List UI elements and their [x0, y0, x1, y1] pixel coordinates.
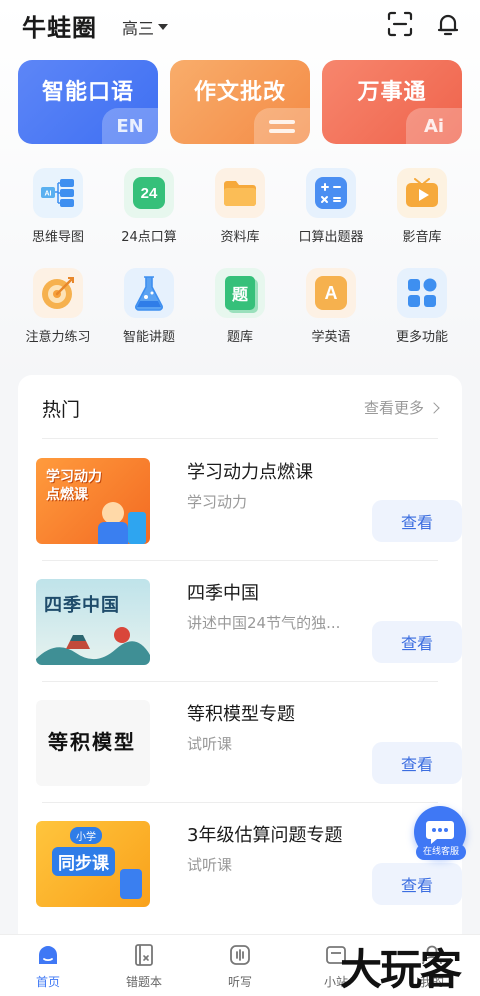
tool-label: 注意力练习	[25, 330, 91, 345]
see-more-label: 查看更多	[363, 399, 424, 417]
tool-label: 资料库	[220, 230, 260, 245]
course-subtitle: 学习动力	[187, 493, 248, 511]
course-thumbnail: 等积模型	[36, 700, 150, 786]
wrong-book-icon	[135, 944, 153, 966]
course-item[interactable]: 小学 同步课 3年级估算问题专题 试听课 查看	[36, 821, 462, 913]
divider	[42, 560, 438, 561]
ai-badge-icon: Ai	[406, 108, 462, 144]
tab-dictation[interactable]: 听写	[192, 935, 288, 996]
chat-bubble-icon	[426, 821, 454, 844]
feature-card-label: 智能口语	[41, 80, 134, 105]
folder-icon	[215, 168, 265, 218]
view-button[interactable]: 查看	[372, 863, 462, 905]
see-more-link[interactable]: 查看更多	[363, 397, 440, 418]
english-icon: A	[306, 268, 356, 318]
scan-icon[interactable]	[386, 10, 414, 38]
top-header: 牛蛙圈 高三	[0, 0, 480, 52]
video-icon	[397, 168, 447, 218]
en-badge-icon: EN	[102, 108, 158, 144]
course-subtitle: 试听课	[187, 735, 233, 753]
grade-label: 高三	[122, 19, 155, 38]
tool-media[interactable]: 影音库	[377, 168, 467, 258]
customer-service-label: 在线客服	[416, 844, 466, 860]
tool-label: 影音库	[402, 230, 442, 245]
lines-badge-icon	[254, 108, 310, 144]
tool-label: 思维导图	[31, 230, 84, 245]
divider	[42, 438, 438, 439]
course-item[interactable]: 四季中国 四季中国 讲述中国24节气的独... 查看	[36, 579, 462, 671]
dictation-icon	[230, 945, 250, 965]
tool-library[interactable]: 资料库	[195, 168, 285, 258]
course-title: 等积模型专题	[187, 704, 295, 725]
tool-label: 口算出题器	[298, 230, 364, 245]
view-button[interactable]: 查看	[372, 500, 462, 542]
more-apps-icon	[397, 268, 447, 318]
feature-card-speaking[interactable]: 智能口语 EN	[18, 60, 158, 144]
tab-home[interactable]: 首页	[0, 935, 96, 996]
tool-label: 24点口算	[121, 230, 177, 245]
tool-smart-explain[interactable]: 智能讲题	[104, 268, 194, 358]
tool-more[interactable]: 更多功能	[377, 268, 467, 358]
home-icon	[39, 946, 57, 964]
tool-learn-english[interactable]: A 学英语	[286, 268, 376, 358]
feature-card-label: 万事通	[357, 80, 427, 105]
svg-text:AI: AI	[45, 191, 52, 198]
tab-label: 首页	[35, 975, 60, 989]
feature-card-ai[interactable]: 万事通 Ai	[322, 60, 462, 144]
tool-label: 学英语	[311, 330, 351, 345]
view-button[interactable]: 查看	[372, 742, 462, 784]
flask-icon	[124, 268, 174, 318]
watermark-logo: 大玩客	[340, 945, 462, 994]
question-bank-icon: 题	[215, 268, 265, 318]
twenty-four-icon: 24	[124, 168, 174, 218]
section-title: 热门	[42, 399, 81, 421]
tab-wrong-book[interactable]: 错题本	[96, 935, 192, 996]
tool-mind-map[interactable]: AI 思维导图	[13, 168, 103, 258]
course-thumbnail: 学习动力 点燃课	[36, 458, 150, 544]
tab-label: 错题本	[125, 975, 162, 989]
divider	[42, 802, 438, 803]
mind-map-icon: AI	[33, 168, 83, 218]
tool-attention[interactable]: 注意力练习	[13, 268, 103, 358]
tool-label: 题库	[226, 330, 253, 345]
course-item[interactable]: 等积模型 等积模型专题 试听课 查看	[36, 700, 462, 792]
feature-card-label: 作文批改	[193, 80, 286, 105]
course-subtitle: 试听课	[187, 856, 233, 874]
caret-down-icon	[158, 24, 169, 30]
grade-selector[interactable]: 高三	[122, 15, 169, 39]
tool-calc-generator[interactable]: 口算出题器	[286, 168, 376, 258]
hot-panel: 热门 查看更多 学习动力 点燃课 学习动力点燃课 学习动力 查看 四季中国 四季中…	[18, 375, 462, 975]
divider	[42, 681, 438, 682]
course-thumbnail: 小学 同步课	[36, 821, 150, 907]
tool-24-points[interactable]: 24 24点口算	[104, 168, 194, 258]
target-icon	[33, 268, 83, 318]
app-title: 牛蛙圈	[22, 14, 97, 42]
course-title: 学习动力点燃课	[187, 462, 313, 483]
course-subtitle: 讲述中国24节气的独...	[187, 614, 341, 632]
tool-question-bank[interactable]: 题 题库	[195, 268, 285, 358]
feature-card-essay[interactable]: 作文批改	[170, 60, 310, 144]
calculator-icon	[306, 168, 356, 218]
chevron-right-icon	[428, 401, 440, 414]
tab-label: 听写	[227, 975, 252, 989]
bell-icon[interactable]	[434, 10, 462, 38]
tool-label: 智能讲题	[122, 330, 175, 345]
course-item[interactable]: 学习动力 点燃课 学习动力点燃课 学习动力 查看	[36, 458, 462, 550]
tool-label: 更多功能	[395, 330, 448, 345]
course-title: 四季中国	[187, 583, 259, 604]
course-thumbnail: 四季中国	[36, 579, 150, 665]
course-title: 3年级估算问题专题	[187, 825, 343, 846]
view-button[interactable]: 查看	[372, 621, 462, 663]
